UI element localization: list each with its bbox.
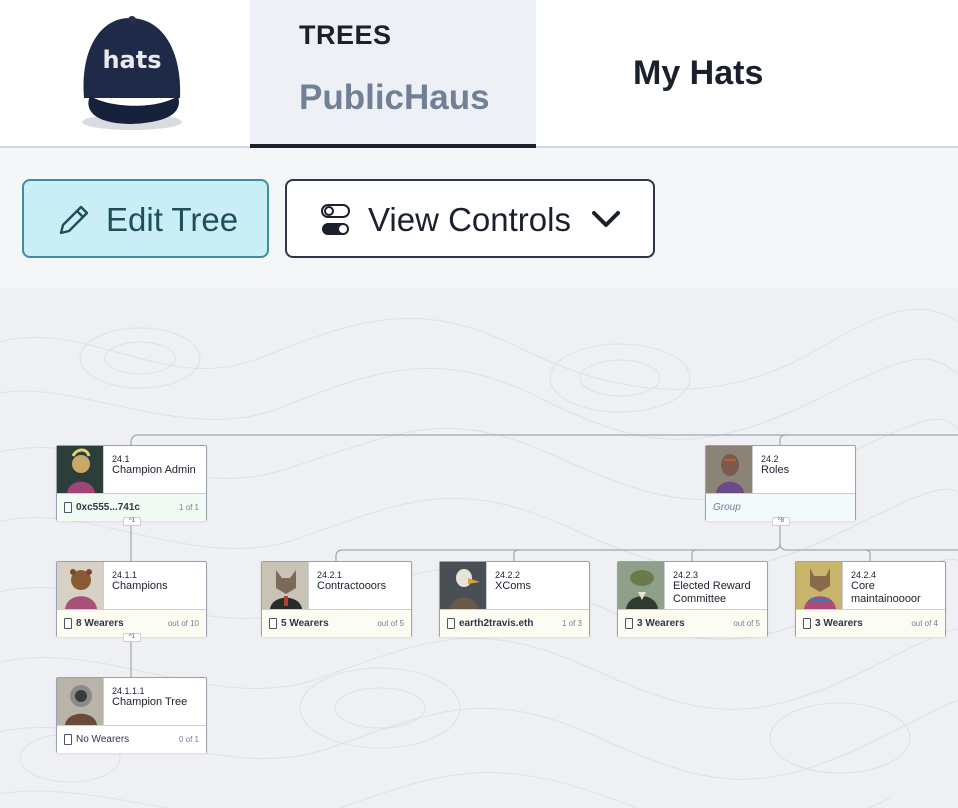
hat-card[interactable]: 24.2.2 XComs earth2travis.eth 1 of 3 — [439, 561, 590, 637]
hat-image — [706, 446, 753, 493]
app-header: hats TREES PublicHaus My Hats — [0, 0, 958, 148]
toolbar: Edit Tree View Controls — [0, 150, 958, 288]
hat-image — [57, 562, 104, 609]
hat-card[interactable]: 24.1.1 Champions 8 Wearers out of 10 ^1 — [56, 561, 207, 642]
hat-image — [440, 562, 487, 609]
tab-trees-label: TREES — [299, 20, 392, 50]
hat-footer: 5 Wearers out of 5 — [262, 609, 411, 637]
hat-id: 24.2.4 — [851, 570, 877, 580]
hat-card[interactable]: 24.2.1 Contractooors 5 Wearers out of 5 — [261, 561, 412, 637]
empty-wearer-icon — [64, 734, 72, 745]
hat-card[interactable]: 24.2.3 Elected Reward Committee 3 Wearer… — [617, 561, 768, 637]
hat-name: XComs — [495, 580, 532, 592]
hat-card[interactable]: 24.2 Roles Group ^8 — [705, 445, 856, 526]
hat-name: Elected Reward Committee — [673, 580, 751, 605]
hat-count: 0 of 1 — [178, 735, 199, 744]
hat-image — [262, 562, 309, 609]
hat-id: 24.2.3 — [673, 570, 699, 580]
tab-trees-sub: PublicHaus — [299, 78, 490, 117]
hat-image — [57, 678, 104, 725]
hat-footer: 3 Wearers out of 5 — [618, 609, 767, 637]
hat-count: out of 10 — [167, 619, 199, 628]
wearer-icon — [64, 618, 72, 629]
hat-image — [57, 446, 104, 493]
hat-footer: earth2travis.eth 1 of 3 — [440, 609, 589, 637]
svg-text:hats: hats — [102, 46, 161, 74]
hat-id: 24.1 — [112, 454, 130, 464]
hat-wearers[interactable]: 8 Wearers — [76, 618, 124, 629]
tree-canvas[interactable]: 24.1 Champion Admin 0xc555...741c 1 of 1… — [0, 288, 958, 808]
hat-name: Champion Tree — [112, 696, 188, 708]
hat-wearers[interactable]: 3 Wearers — [637, 618, 685, 629]
tab-trees[interactable]: TREES PublicHaus — [250, 0, 536, 148]
tab-my-hats[interactable]: My Hats — [633, 54, 763, 93]
hat-id: 24.2 — [761, 454, 779, 464]
collapse-toggle[interactable]: ^1 — [123, 517, 141, 526]
hat-name: Core maintainoooor — [851, 580, 921, 605]
hat-count: out of 4 — [911, 619, 938, 628]
view-controls-button[interactable]: View Controls — [285, 179, 655, 258]
wearer-icon — [269, 618, 277, 629]
hat-card[interactable]: 24.1.1.1 Champion Tree No Wearers 0 of 1 — [56, 677, 207, 753]
wearer-icon — [625, 618, 633, 629]
hat-id: 24.2.2 — [495, 570, 521, 580]
hat-id: 24.1.1 — [112, 570, 138, 580]
hat-id: 24.2.1 — [317, 570, 343, 580]
toggles-icon — [321, 204, 350, 235]
hat-name: Champion Admin — [112, 464, 196, 476]
pencil-icon — [59, 205, 89, 235]
view-controls-label: View Controls — [368, 201, 571, 238]
collapse-toggle[interactable]: ^8 — [772, 517, 790, 526]
hat-count: out of 5 — [733, 619, 760, 628]
edit-tree-label: Edit Tree — [106, 201, 239, 238]
hat-id: 24.1.1.1 — [112, 686, 145, 696]
hat-wearers[interactable]: 3 Wearers — [815, 618, 863, 629]
hat-count: out of 5 — [377, 619, 404, 628]
hat-footer: 3 Wearers out of 4 — [796, 609, 945, 637]
wearer-icon — [803, 618, 811, 629]
wearer-icon — [447, 618, 455, 629]
hat-image — [796, 562, 843, 609]
hat-wearer[interactable]: earth2travis.eth — [459, 618, 533, 629]
edit-tree-button[interactable]: Edit Tree — [22, 179, 269, 258]
hat-image — [618, 562, 665, 609]
hat-wearers[interactable]: No Wearers — [76, 734, 129, 745]
hat-card[interactable]: 24.2.4 Core maintainoooor 3 Wearers out … — [795, 561, 946, 637]
hat-name: Contractooors — [317, 580, 387, 592]
hat-wearer[interactable]: 0xc555...741c — [76, 502, 140, 513]
hat-wearers[interactable]: 5 Wearers — [281, 618, 329, 629]
hat-card[interactable]: 24.1 Champion Admin 0xc555...741c 1 of 1… — [56, 445, 207, 526]
chevron-down-icon — [592, 211, 620, 227]
hat-name: Champions — [112, 580, 168, 592]
collapse-toggle[interactable]: ^1 — [123, 633, 141, 642]
hat-count: 1 of 1 — [178, 503, 199, 512]
group-label: Group — [713, 502, 741, 513]
hat-footer: No Wearers 0 of 1 — [57, 725, 206, 753]
hat-name: Roles — [761, 464, 790, 476]
wallet-icon — [64, 502, 72, 513]
hat-count: 1 of 3 — [561, 619, 582, 628]
hats-logo[interactable]: hats — [70, 10, 192, 135]
